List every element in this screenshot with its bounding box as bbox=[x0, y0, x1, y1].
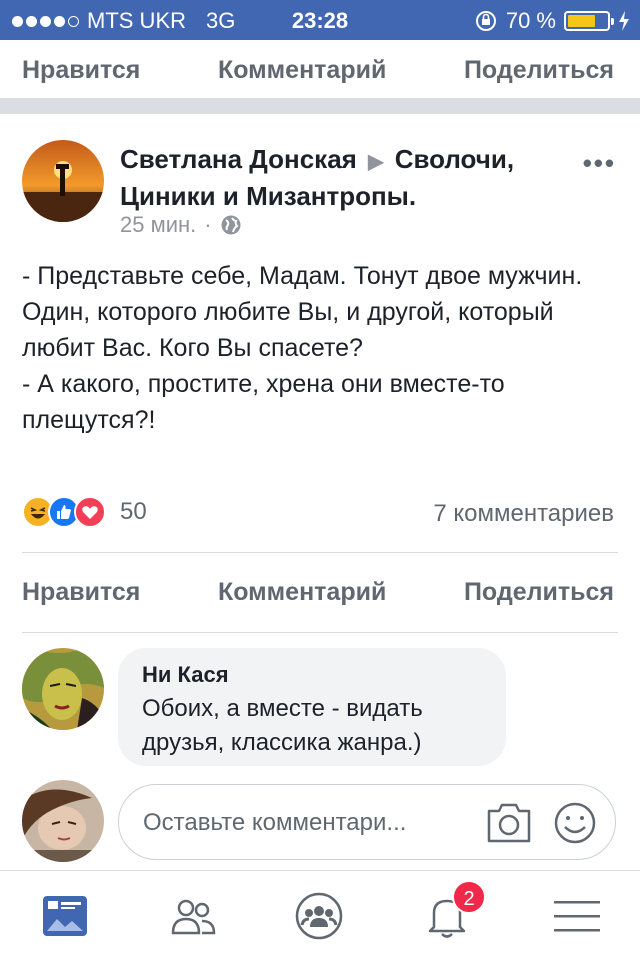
meta-separator: · bbox=[204, 212, 212, 237]
post-actions: Нравится Комментарий Поделиться bbox=[0, 562, 640, 622]
comment-input[interactable]: Оставьте комментари... bbox=[118, 784, 616, 860]
like-button[interactable]: Нравится bbox=[22, 578, 140, 607]
tab-friends-icon[interactable] bbox=[168, 891, 218, 941]
feed-separator bbox=[0, 98, 640, 114]
comment-button[interactable]: Комментарий bbox=[218, 56, 386, 85]
current-user-avatar bbox=[22, 780, 104, 862]
share-button[interactable]: Поделиться bbox=[464, 578, 614, 607]
tab-news-feed-icon[interactable] bbox=[40, 891, 90, 941]
comment-button[interactable]: Комментарий bbox=[218, 578, 386, 607]
comments-count[interactable]: 7 комментариев bbox=[433, 500, 614, 528]
sticker-smile-icon[interactable] bbox=[553, 801, 597, 845]
author-name[interactable]: Светлана Донская bbox=[120, 144, 357, 174]
charging-icon bbox=[619, 11, 629, 31]
post-meta: 25 мин. · bbox=[120, 212, 242, 238]
share-button[interactable]: Поделиться bbox=[464, 56, 614, 85]
comment-bubble[interactable]: Ни Кася Обоих, а вместе - видать друзья,… bbox=[118, 648, 506, 766]
author-avatar[interactable] bbox=[22, 140, 104, 222]
status-bar: MTS UKR 3G 23:28 70 % bbox=[0, 0, 640, 40]
comment-placeholder: Оставьте комментари... bbox=[143, 809, 407, 836]
divider bbox=[22, 552, 618, 553]
previous-post-actions: Нравится Комментарий Поделиться bbox=[0, 40, 640, 100]
post-text: - Представьте себе, Мадам. Тонут двое му… bbox=[22, 262, 583, 434]
camera-icon[interactable] bbox=[485, 801, 533, 845]
post-time[interactable]: 25 мин. bbox=[120, 212, 196, 238]
more-options-icon[interactable]: ••• bbox=[583, 148, 616, 179]
commenter-name[interactable]: Ни Кася bbox=[142, 662, 482, 688]
tab-groups-icon[interactable] bbox=[294, 891, 344, 941]
notifications-badge: 2 bbox=[452, 880, 486, 914]
love-reaction-icon bbox=[74, 496, 106, 528]
commenter-avatar[interactable] bbox=[22, 648, 104, 730]
globe-icon bbox=[221, 215, 241, 235]
tab-menu-icon[interactable] bbox=[552, 891, 602, 941]
reactions-count: 50 bbox=[120, 498, 147, 525]
arrow-icon: ▶ bbox=[368, 151, 384, 173]
rotation-lock-icon bbox=[475, 11, 496, 31]
divider bbox=[22, 632, 618, 633]
reactions-summary[interactable]: 50 bbox=[22, 496, 147, 528]
comment-text: Обоих, а вместе - видать друзья, классик… bbox=[142, 695, 423, 756]
battery-icon bbox=[564, 11, 614, 31]
battery-percent: 70 % bbox=[505, 8, 556, 33]
like-button[interactable]: Нравится bbox=[22, 56, 140, 85]
bottom-tab-bar bbox=[0, 870, 640, 960]
post-author-line: Светлана Донская ▶ Сволочи, Циники и Миз… bbox=[120, 142, 580, 213]
